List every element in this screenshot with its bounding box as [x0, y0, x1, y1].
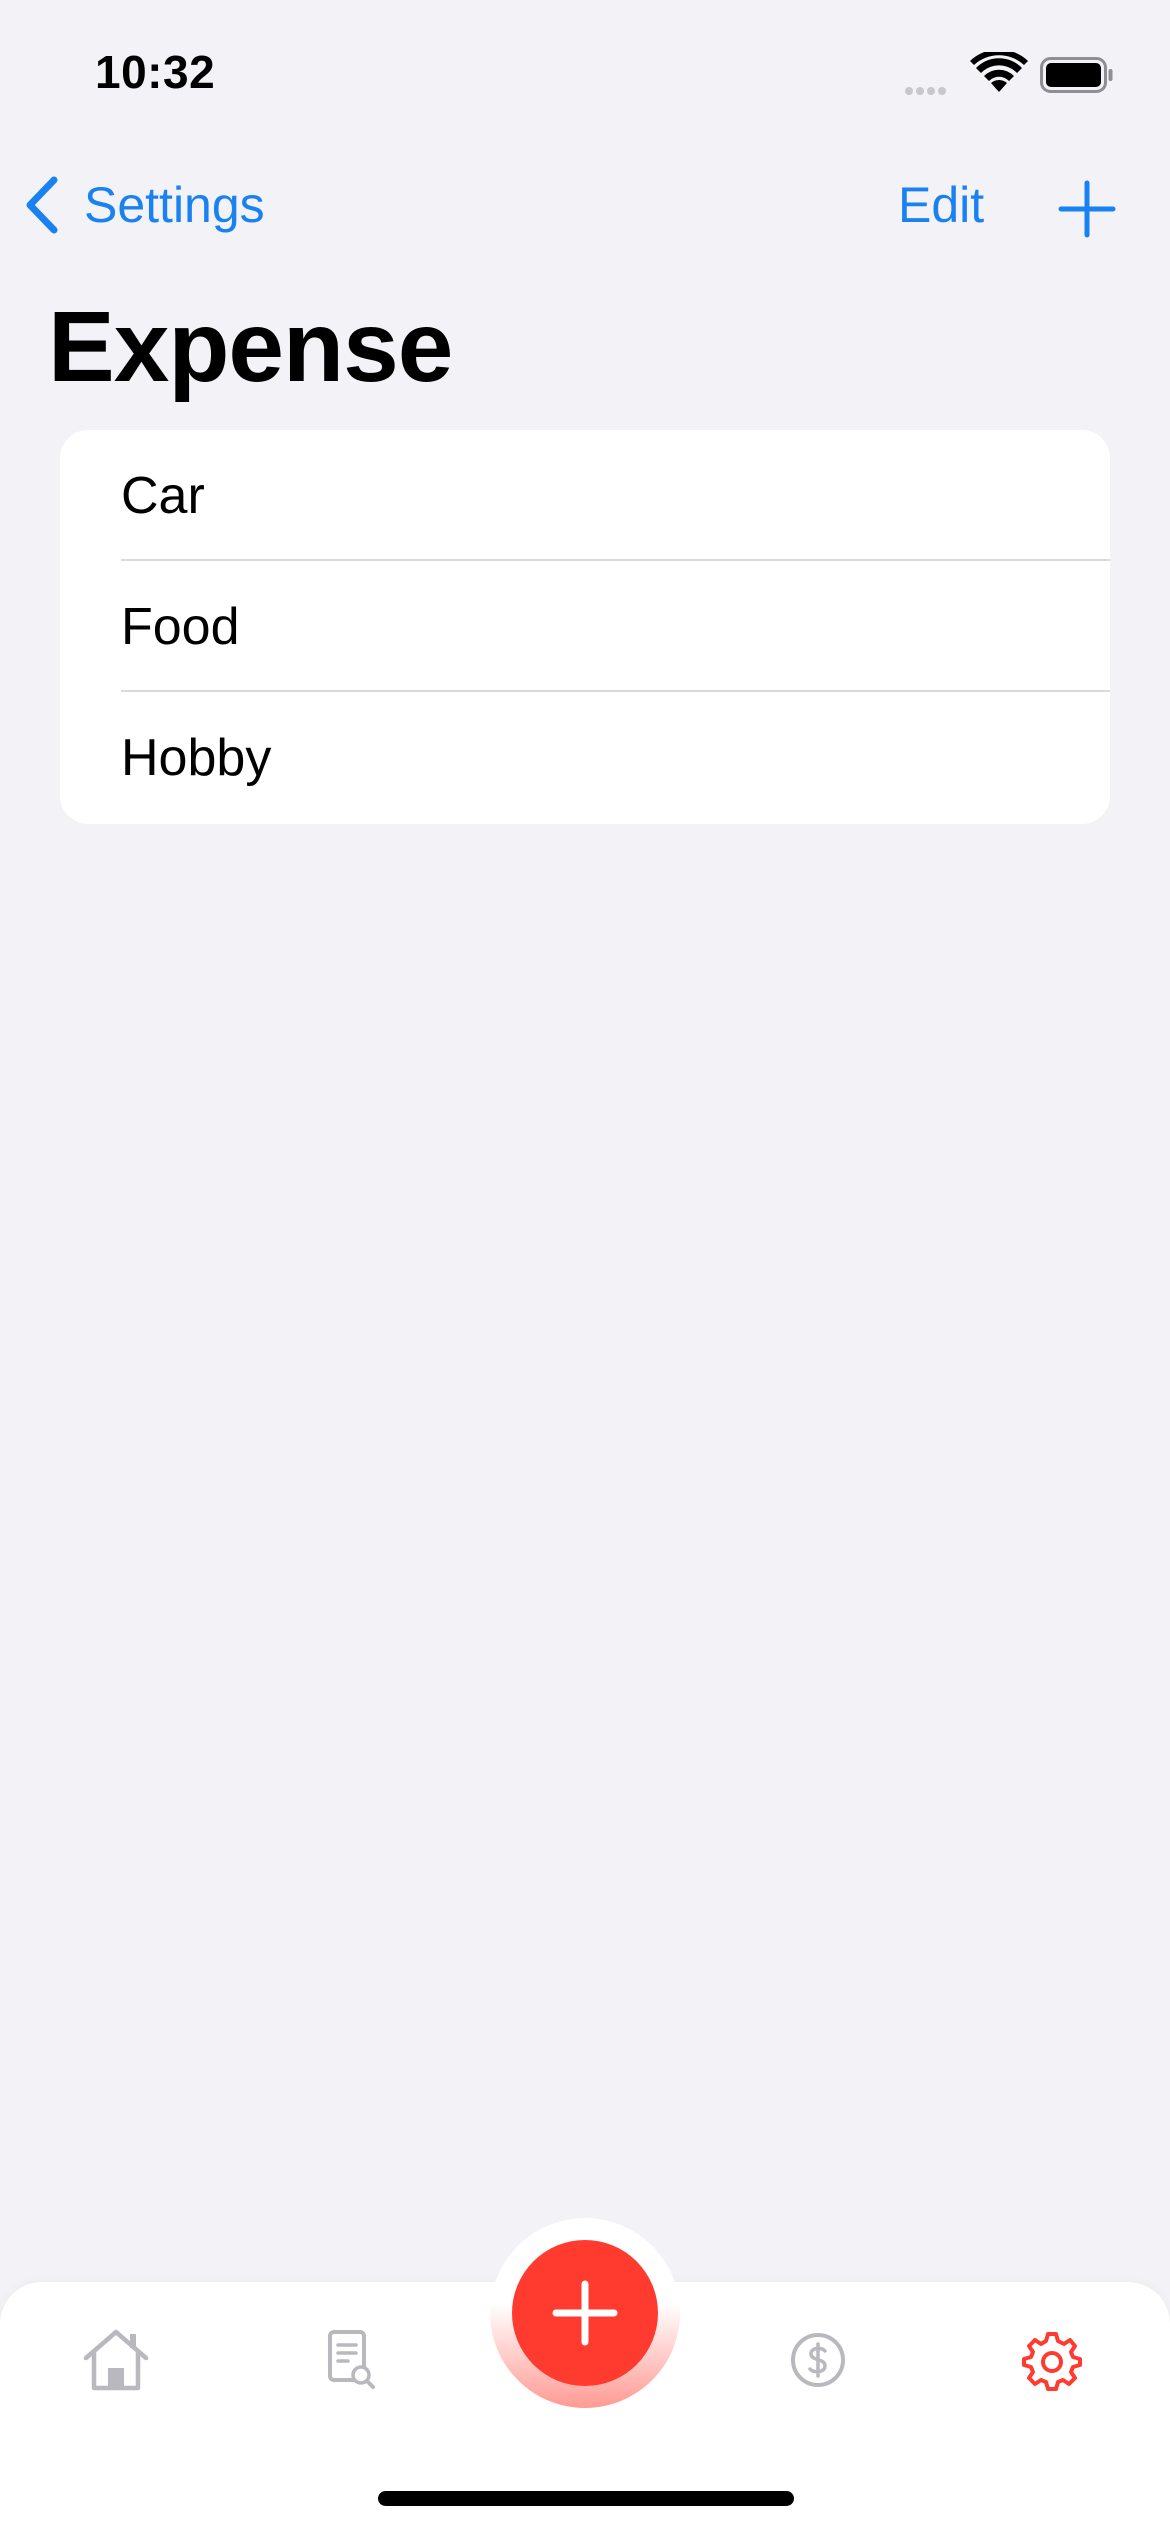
list-item[interactable]: Food — [60, 561, 1110, 692]
page-title: Expense — [48, 291, 453, 403]
back-button-label: Settings — [84, 177, 265, 233]
battery-icon — [1040, 57, 1113, 93]
tab-settings-gear-icon[interactable] — [1012, 2320, 1092, 2400]
chevron-left-icon — [26, 176, 58, 234]
back-button[interactable]: Settings — [22, 170, 265, 240]
wifi-icon — [970, 52, 1028, 92]
home-indicator — [378, 2491, 794, 2506]
cellular-signal-icon — [905, 82, 955, 95]
tab-report-search-icon[interactable] — [310, 2320, 390, 2400]
list-item[interactable]: Hobby — [60, 692, 1110, 823]
tab-home-icon[interactable] — [76, 2320, 156, 2400]
list-item-label: Car — [121, 466, 205, 525]
edit-button[interactable]: Edit — [898, 176, 984, 234]
plus-icon — [552, 2280, 618, 2346]
list-item-label: Food — [121, 597, 240, 656]
add-transaction-button[interactable] — [512, 2240, 658, 2386]
list-item[interactable]: Car — [60, 430, 1110, 561]
add-category-button[interactable] — [1058, 180, 1116, 238]
status-time: 10:32 — [95, 46, 216, 98]
category-list: Car Food Hobby — [60, 430, 1110, 824]
list-item-label: Hobby — [121, 728, 272, 787]
tab-dollar-icon[interactable] — [778, 2320, 858, 2400]
